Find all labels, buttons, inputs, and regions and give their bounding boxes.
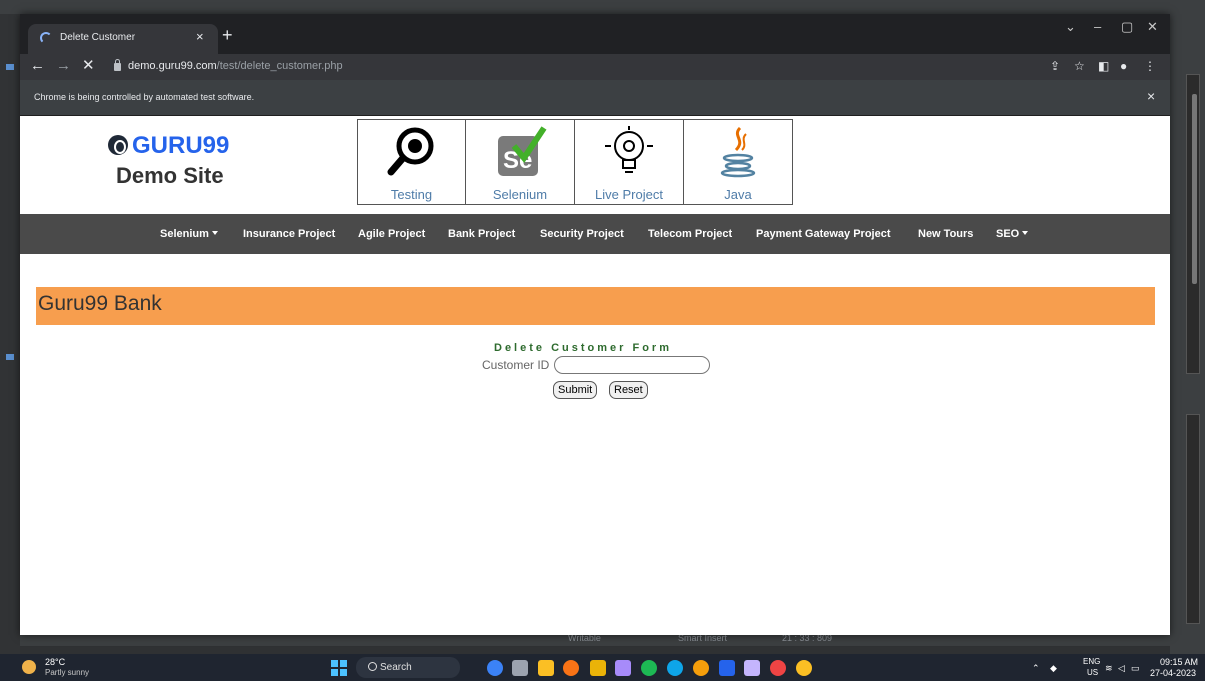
guru99-logo[interactable]: GURU99 Demo Site — [108, 132, 248, 189]
clock-date[interactable]: 27-04-2023 — [1150, 668, 1196, 678]
side-panel-icon[interactable]: ◧ — [1098, 59, 1109, 73]
form-title: Delete Customer Form — [494, 342, 672, 354]
nav-seo[interactable]: SEO — [996, 228, 1029, 240]
chrome-icon[interactable] — [693, 660, 709, 676]
tray-chevron-up-icon[interactable]: ⌃ — [1032, 663, 1040, 674]
clock-time[interactable]: 09:15 AM — [1160, 657, 1198, 667]
eclipse-icon[interactable] — [744, 660, 760, 676]
selenium-logo-icon: Se — [498, 126, 547, 176]
firefox-icon[interactable] — [563, 660, 579, 676]
maximize-icon[interactable]: ▢ — [1121, 20, 1133, 34]
browser-toolbar: ← → ✕ demo.guru99.com/test/delete_custom… — [20, 54, 1170, 80]
ide-left-toolbar — [0, 14, 20, 654]
taskbar-search[interactable]: Search — [356, 657, 460, 678]
file-explorer-icon[interactable] — [590, 660, 606, 676]
category-live-project-label: Live Project — [595, 187, 663, 202]
tab-title: Delete Customer — [60, 32, 136, 43]
word-icon[interactable] — [719, 660, 735, 676]
infobar-close-icon[interactable]: × — [1147, 89, 1155, 103]
logo-text: GURU99 — [132, 132, 230, 159]
profile-icon[interactable]: ● — [1120, 59, 1127, 73]
chevron-down-icon — [211, 231, 218, 235]
ide-scrollbar[interactable] — [1192, 94, 1197, 284]
spotify-icon[interactable] — [641, 660, 657, 676]
menu-kebab-icon[interactable]: ⋮ — [1144, 59, 1156, 73]
category-java[interactable]: Java — [684, 119, 793, 205]
ide-marker-icon — [6, 354, 14, 360]
back-arrow-icon[interactable]: ← — [30, 58, 45, 74]
tab-delete-customer[interactable]: Delete Customer × — [28, 24, 218, 54]
category-selenium[interactable]: Se Selenium — [466, 119, 575, 205]
category-selenium-label: Selenium — [492, 187, 548, 202]
chrome-icon[interactable] — [796, 660, 812, 676]
region-indicator[interactable]: US — [1087, 668, 1098, 677]
tab-strip: Delete Customer × + ⌄ – ▢ ✕ — [20, 14, 1170, 54]
edge-icon[interactable] — [667, 660, 683, 676]
chrome-window: Delete Customer × + ⌄ – ▢ ✕ ← → ✕ demo.g… — [20, 14, 1170, 635]
wifi-icon[interactable]: ≋ — [1105, 663, 1113, 674]
loading-spinner-icon — [40, 32, 52, 44]
nav-agile-project[interactable]: Agile Project — [358, 228, 425, 240]
bug-magnifier-icon — [387, 127, 433, 176]
tab-search-chevron-icon[interactable]: ⌄ — [1065, 20, 1076, 34]
windows-start-icon[interactable] — [331, 660, 347, 676]
volume-icon[interactable]: ◁ — [1118, 663, 1125, 674]
submit-button[interactable]: Submit — [553, 381, 598, 399]
language-indicator[interactable]: ENG — [1083, 657, 1100, 666]
ide-right-pane — [1170, 14, 1205, 654]
nav-new-tours[interactable]: New Tours — [918, 228, 973, 240]
app-icon[interactable] — [615, 660, 631, 676]
new-tab-icon[interactable]: + — [222, 26, 233, 44]
weather-temperature[interactable]: 28°C — [45, 657, 65, 667]
category-java-label: Java — [724, 187, 752, 202]
share-icon[interactable]: ⇪ — [1050, 59, 1060, 73]
ide-title-bar — [0, 0, 1205, 14]
customer-id-label: Customer ID — [482, 358, 550, 372]
customer-id-input[interactable] — [554, 356, 710, 374]
lock-icon[interactable] — [114, 59, 121, 71]
window-close-icon[interactable]: ✕ — [1147, 20, 1158, 34]
banner-title: Guru99 Bank — [38, 292, 162, 315]
chevron-down-icon — [1022, 231, 1029, 235]
app-icon[interactable] — [487, 660, 503, 676]
category-testing-label: Testing — [390, 187, 433, 202]
lightbulb-gear-icon — [605, 126, 653, 173]
ide-console-panel — [1186, 414, 1200, 624]
weather-sun-icon[interactable] — [22, 660, 36, 674]
nav-security-project[interactable]: Security Project — [540, 228, 624, 240]
category-live-project[interactable]: Live Project — [575, 119, 684, 205]
minimize-icon[interactable]: – — [1094, 20, 1101, 34]
nav-insurance-project[interactable]: Insurance Project — [243, 228, 335, 240]
nav-selenium[interactable]: Selenium — [160, 228, 218, 240]
url-text: demo.guru99.com/test/delete_customer.php — [128, 60, 343, 72]
chrome-icon[interactable] — [770, 660, 786, 676]
logo-subtitle: Demo Site — [116, 163, 224, 188]
tray-app-icon[interactable]: ◆ — [1050, 663, 1057, 674]
bank-banner: Guru99 Bank — [36, 287, 1155, 325]
battery-icon[interactable]: ▭ — [1131, 663, 1140, 674]
tab-close-icon[interactable]: × — [196, 30, 204, 44]
app-icon[interactable] — [538, 660, 554, 676]
task-view-icon[interactable] — [512, 660, 528, 676]
bookmark-star-icon[interactable]: ☆ — [1074, 59, 1085, 73]
nav-bank-project[interactable]: Bank Project — [448, 228, 515, 240]
forward-arrow-icon[interactable]: → — [56, 58, 71, 74]
stop-loading-icon[interactable]: ✕ — [82, 58, 95, 74]
address-bar[interactable]: demo.guru99.com/test/delete_customer.php — [108, 57, 1018, 77]
infobar-message: Chrome is being controlled by automated … — [34, 92, 255, 102]
automation-infobar: Chrome is being controlled by automated … — [20, 80, 1170, 116]
nav-payment-gateway-project[interactable]: Payment Gateway Project — [756, 228, 891, 240]
guru99-logo-icon — [108, 135, 128, 155]
ide-marker-icon — [6, 64, 14, 70]
taskbar-search-label: Search — [380, 662, 412, 673]
site-navbar: Selenium Insurance Project Agile Project… — [20, 214, 1170, 254]
reset-button[interactable]: Reset — [609, 381, 648, 399]
web-page: GURU99 Demo Site Testing Se Selenium Liv… — [20, 116, 1170, 635]
search-icon — [368, 662, 377, 671]
weather-description[interactable]: Partly sunny — [45, 668, 89, 677]
nav-telecom-project[interactable]: Telecom Project — [648, 228, 732, 240]
category-testing[interactable]: Testing — [357, 119, 466, 205]
java-cup-icon — [720, 126, 756, 178]
windows-taskbar: 28°C Partly sunny Search ⌃ ◆ ENG US ≋ ◁ … — [0, 654, 1205, 681]
